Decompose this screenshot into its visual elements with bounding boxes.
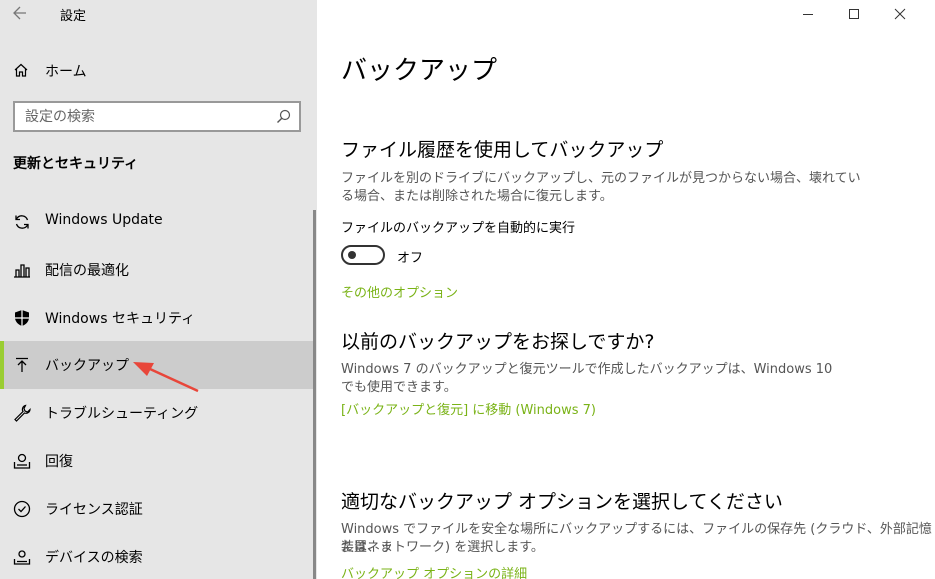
backup-restore-link[interactable]: [バックアップと復元] に移動 (Windows 7) — [341, 399, 596, 418]
sidebar-item-find-device[interactable]: デバイスの検索 — [0, 533, 313, 579]
sidebar-item-recovery[interactable]: 回復 — [0, 437, 313, 485]
choose-option-heading: 適切なバックアップ オプションを選択してください — [341, 491, 783, 513]
recovery-icon — [13, 453, 31, 469]
home-icon — [14, 63, 28, 77]
older-backup-heading: 以前のバックアップをお探しですか? — [341, 331, 655, 353]
sidebar: 設定 ホーム 更新とセキュリティ Windows Update 配信の最適化 — [0, 0, 317, 579]
backup-options-details-link[interactable]: バックアップ オプションの詳細 — [341, 563, 527, 579]
sidebar-item-label: デバイスの検索 — [45, 550, 143, 566]
older-backup-description-line1: Windows 7 のバックアップと復元ツールで作成したバックアップは、Wind… — [341, 362, 833, 377]
sidebar-item-label: ライセンス認証 — [45, 502, 143, 518]
toggle-knob — [348, 251, 356, 259]
wrench-icon — [14, 404, 31, 422]
sidebar-item-windows-security[interactable]: Windows セキュリティ — [0, 294, 313, 342]
main-content: バックアップ ファイル履歴を使用してバックアップ ファイルを別のドライブにバック… — [317, 0, 935, 579]
auto-backup-toggle[interactable] — [341, 245, 385, 265]
minimize-icon — [803, 14, 813, 15]
toggle-state-text: オフ — [397, 251, 424, 266]
maximize-button[interactable] — [831, 0, 877, 28]
close-button[interactable] — [877, 0, 923, 28]
page-title: バックアップ — [341, 56, 498, 86]
sidebar-scrollbar[interactable] — [313, 210, 316, 579]
back-arrow-icon[interactable] — [10, 4, 30, 22]
sidebar-item-label: ホーム — [45, 64, 87, 80]
file-history-heading: ファイル履歴を使用してバックアップ — [341, 139, 664, 161]
backup-arrow-icon — [16, 357, 28, 372]
sidebar-item-label: 回復 — [45, 454, 73, 470]
shield-icon — [15, 310, 29, 326]
sidebar-item-label: トラブルシューティング — [45, 406, 199, 422]
close-icon — [894, 8, 906, 20]
sidebar-item-delivery-optimization[interactable]: 配信の最適化 — [0, 246, 313, 294]
window-controls — [785, 0, 935, 28]
auto-backup-toggle-label: ファイルのバックアップを自動的に実行 — [341, 221, 576, 236]
file-history-description-line1: ファイルを別のドライブにバックアップし、元のファイルが見つからない場合、壊れてい — [341, 171, 861, 186]
checkmark-circle-icon — [13, 500, 31, 518]
selection-indicator — [0, 341, 4, 389]
section-title: 更新とセキュリティ — [13, 156, 139, 172]
search-box[interactable] — [13, 101, 301, 132]
minimize-button[interactable] — [785, 0, 831, 28]
delivery-optimization-icon — [14, 264, 30, 278]
annotation-arrow-icon — [133, 362, 199, 393]
search-input[interactable] — [15, 103, 270, 130]
sidebar-item-windows-update[interactable]: Windows Update — [0, 198, 313, 246]
maximize-icon — [849, 9, 859, 19]
more-options-link[interactable]: その他のオプション — [341, 282, 458, 301]
sidebar-item-troubleshoot[interactable]: トラブルシューティング — [0, 389, 313, 437]
sidebar-item-home[interactable]: ホーム — [0, 55, 317, 85]
file-history-description-line2: る場合、または削除された場合に復元します。 — [341, 189, 613, 204]
window-title: 設定 — [60, 9, 87, 24]
find-device-icon — [13, 550, 31, 565]
sidebar-item-label: Windows セキュリティ — [45, 311, 196, 327]
older-backup-description-line2: でも使用できます。 — [341, 380, 457, 395]
sidebar-item-label: 配信の最適化 — [45, 263, 129, 279]
choose-option-description-line2: たはネットワーク) を選択します。 — [341, 540, 544, 555]
sync-icon — [15, 215, 29, 229]
sidebar-item-label: バックアップ — [45, 358, 129, 374]
search-icon[interactable] — [276, 109, 291, 124]
sidebar-item-label: Windows Update — [45, 212, 163, 228]
sidebar-item-activation[interactable]: ライセンス認証 — [0, 485, 313, 533]
